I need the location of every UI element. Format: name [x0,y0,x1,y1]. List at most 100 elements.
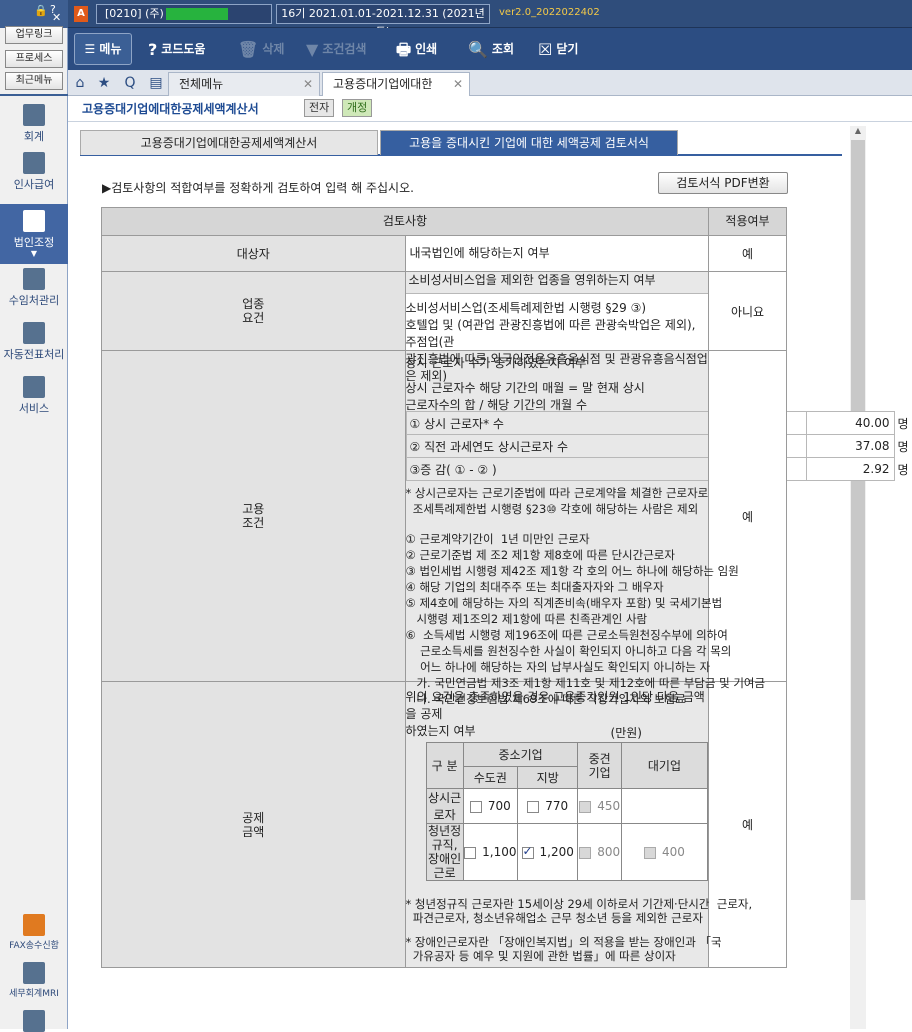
building-icon [23,210,45,232]
hamburger-icon: ☰ [84,42,96,56]
current-employees-value[interactable]: 40.00 [805,411,895,435]
industry-answer[interactable]: 아니요 [708,271,787,351]
condition-search-button[interactable]: ▼ 조건검색 [306,28,366,70]
sidebar-item-client-management[interactable]: 수임처관리 [0,268,68,318]
company-name-masked [165,8,228,20]
cell-regular-local[interactable]: 770 [516,788,579,824]
industry-cell: 소비성서비스업을 제외한 업종을 영위하는지 여부 소비성서비스업(조세특례제한… [404,271,709,383]
close-tab-icon[interactable]: ✕ [453,73,463,95]
row-regular-employee: 상시근로자 [425,788,464,824]
review-table: 검토사항 적용여부 대상자 내국법인에 해당하는지 여부 예 업종요건 소비성서… [101,207,909,968]
cell-youth-capital[interactable]: 1,100 [462,823,518,881]
star-icon[interactable]: ★ [94,73,114,93]
close-tab-icon[interactable]: ✕ [303,73,313,95]
fiscal-period-selector[interactable]: 16기 2021.01.01-2021.12.31 (2021년도) [276,4,490,38]
col-midsize: 중견 기업 [577,742,622,789]
company-selector[interactable]: [0210] (주) [96,4,272,24]
sidebar-item-payroll[interactable]: 인사급여 [0,152,68,204]
sidebar-item-fax[interactable]: FAX송수신함 [0,914,68,956]
cell-regular-large [620,788,709,824]
sidebar-item-mri[interactable]: 세무회계MRI [0,962,68,1004]
deduction-question: 위의 요건을 충족하였을 경우 고용증가인원 1인당 다음 금액을 공제 하였는… [405,690,705,738]
tab-deduction-statement[interactable]: 고용증대기업에대한공제세액계산서 [80,130,378,155]
sidebar-item-service[interactable]: 서비스 [0,376,68,416]
instruction-text: ▶검토사항의 적합여부를 정확하게 검토하여 입력 해 주십시오. [102,181,414,195]
tab-review-form[interactable]: 고용을 증대시킨 기업에 대한 세액공제 검토서식 [380,130,678,155]
checkbox-checked[interactable] [521,844,534,859]
question-icon: ? [148,40,158,59]
sidebar-item-label: 세무회계MRI [9,989,59,999]
sidebar-item-accounting[interactable]: 회계 [0,104,68,150]
monitor-icon [23,376,45,398]
sidebar-item-label: 법인조정 [13,236,55,249]
revised-badge[interactable]: 개정 [342,99,373,117]
close-button[interactable]: ☒ 닫기 [538,28,578,70]
cell-youth-local[interactable]: 1,200 [516,823,579,881]
deduction-answer[interactable]: 예 [708,681,787,968]
sub-tabs: 고용증대기업에대한공제세액계산서 고용을 증대시킨 기업에 대한 세액공제 검토… [80,130,842,156]
checkbox[interactable] [527,800,540,813]
delete-label: 삭제 [262,42,285,56]
header-review-item: 검토사항 [101,207,709,236]
target-answer[interactable]: 예 [708,235,787,272]
sidebar-item-label: 서비스 [18,402,50,415]
cell-youth-large: 400 [620,823,709,881]
toolbar: ☰ 메뉴 ? 코드도움 🗑 삭제 ▼ 조건검색 🖶 인쇄 🔍 조회 ☒ 닫기 [68,28,912,70]
version-label: ver2.0_2022022402 [499,7,600,18]
close-label: 닫기 [556,42,579,56]
employment-notes: * 상시근로자는 근로기준법에 따라 근로계약을 체결한 근로자로 조세특례제한… [405,486,766,706]
increase-value[interactable]: 2.92 [805,457,895,481]
close-icon[interactable]: ✕ [52,11,61,24]
checkbox[interactable] [469,800,482,813]
search-icon: 🔍 [468,40,488,59]
amount-value: 770 [545,799,569,813]
title-bar-left: 🔒 ? ✕ [0,0,68,28]
cell-regular-capital[interactable]: 700 [462,788,518,824]
people-icon [23,268,45,290]
lock-icon[interactable]: 🔒 [34,4,48,17]
header-apply: 적용여부 [708,207,787,236]
delete-button[interactable]: 🗑 삭제 [238,28,284,70]
col-sme: 중소기업 [462,742,579,767]
sidebar-item-label: 수임처관리 [8,294,60,307]
tab-employment-increase[interactable]: 고용증대기업에대한 ✕ [322,72,470,96]
print-button[interactable]: 🖶 인쇄 [396,28,437,70]
window-list-icon[interactable]: ▤ [146,73,166,93]
page-header: 고용증대기업에대한공제세액계산서 전자 개정 [68,96,912,122]
deduction-cell: 위의 요건을 충족하였을 경우 고용증가인원 1인당 다음 금액을 공제 하였는… [404,681,752,968]
scroll-up-icon[interactable]: ▲ [850,126,866,140]
tab-bar: ⌂ ★ Q ▤ 전체메뉴 ✕ 고용증대기업에대한 ✕ [68,70,912,96]
home-icon[interactable]: ⌂ [70,73,90,93]
sidebar: 업무링크 프로세스 최근메뉴 회계 인사급여 법인조정 ▼ 수임처관리 자동전표처… [0,26,68,1032]
checkbox[interactable] [464,846,477,859]
tab-all-menu[interactable]: 전체메뉴 ✕ [168,72,320,96]
inquiry-button[interactable]: 🔍 조회 [468,28,514,70]
category-industry-label: 업종요건 [242,297,265,325]
category-industry: 업종요건 [101,271,406,351]
sidebar-item-book[interactable] [0,1010,68,1032]
chevron-down-icon: ▼ [30,249,38,258]
quick-button-worklink[interactable]: 업무링크 [5,26,63,44]
print-label: 인쇄 [415,42,438,56]
inquiry-label: 조회 [491,42,515,56]
app-logo-icon: A [74,6,88,22]
code-help-button[interactable]: ? 코드도움 [148,28,205,70]
sidebar-item-corporate-adjustment[interactable]: 법인조정 ▼ [0,204,68,264]
category-deduction-label: 공제금액 [242,810,265,839]
vertical-scrollbar[interactable]: ▲ [850,126,866,1029]
search-icon[interactable]: Q [120,73,140,93]
prior-employees-value[interactable]: 37.08 [805,434,895,458]
employee-count-table: ① 상시 근로자* 수 40.00 명 ② 직전 과세연도 상시근로자 수 37… [405,411,909,481]
edoc-badge[interactable]: 전자 [304,99,335,117]
quick-button-recent[interactable]: 최근메뉴 [5,72,63,90]
sidebar-item-auto-voucher[interactable]: 자동전표처리 [0,322,68,372]
pdf-convert-button[interactable]: 검토서식 PDF변환 [658,172,788,194]
quick-button-process[interactable]: 프로세스 [5,50,63,68]
scrollbar-thumb[interactable] [851,140,865,900]
title-bar: 🔒 ? ✕ A [0210] (주) 16기 2021.01.01-2021.1… [0,0,912,38]
amount-value: 700 [487,799,511,813]
page-title: 고용증대기업에대한공제세액계산서 [82,102,259,116]
amount-value: 400 [662,845,685,859]
menu-button[interactable]: ☰ 메뉴 [74,33,132,65]
printer-icon: 🖶 [396,40,412,59]
